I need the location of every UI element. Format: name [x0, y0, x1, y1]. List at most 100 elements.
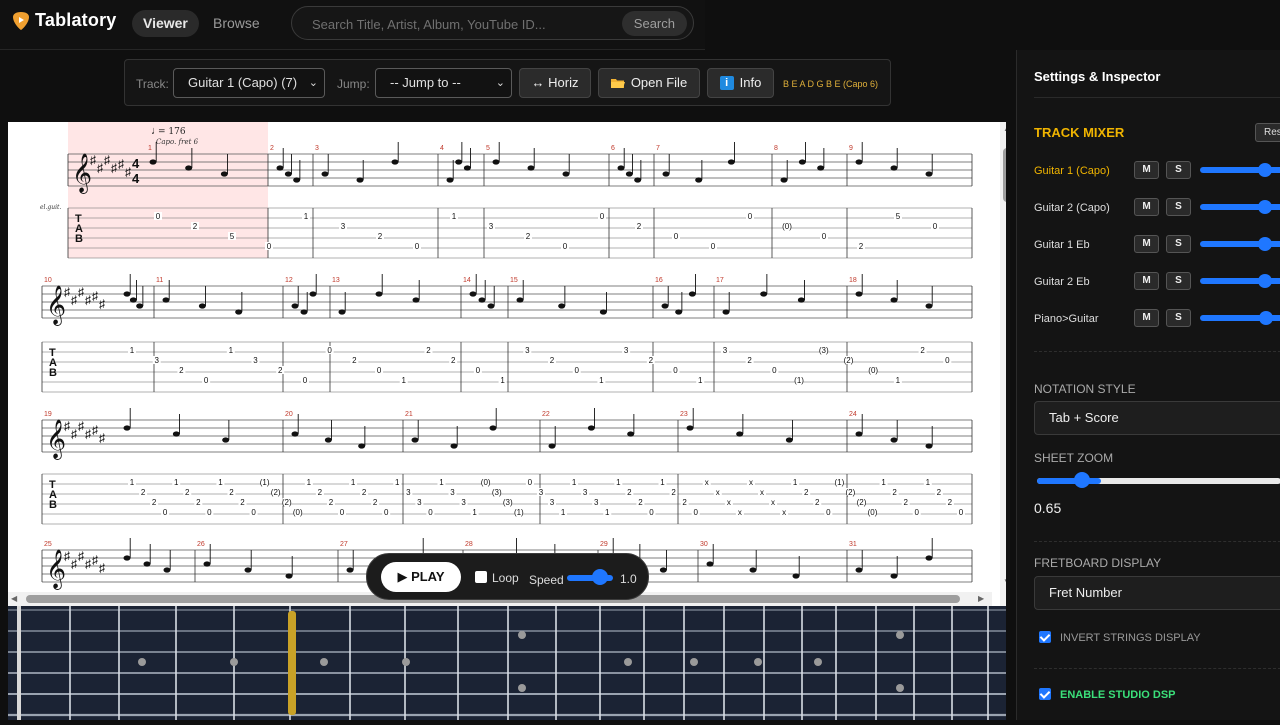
measure-number: 27 — [340, 541, 348, 548]
fretboard-display-select[interactable]: Fret Number — [1034, 576, 1280, 610]
mute-button[interactable]: M — [1134, 309, 1159, 327]
measure-number: 5 — [486, 145, 490, 152]
note-head — [220, 171, 228, 177]
note-head — [450, 443, 458, 449]
solo-button[interactable]: S — [1166, 161, 1191, 179]
scroll-down-icon[interactable]: ▼ — [1003, 577, 1006, 586]
tab-number: 2 — [451, 356, 456, 365]
scroll-left-icon[interactable]: ◀ — [11, 594, 17, 603]
note-head — [688, 291, 696, 297]
jump-select[interactable]: -- Jump to -- ⌄ — [375, 68, 512, 98]
scroll-up-icon[interactable]: ▲ — [1003, 124, 1006, 133]
tab-number: (2) — [846, 488, 856, 497]
speed-slider-thumb[interactable] — [592, 569, 608, 585]
tab-number: 2 — [278, 366, 283, 375]
tab-number: x — [782, 508, 786, 517]
measure-number: 1 — [148, 145, 152, 152]
measure-number: 25 — [44, 541, 52, 548]
note-head — [163, 567, 171, 573]
folder-icon — [610, 79, 625, 88]
tab-number: 0 — [933, 222, 938, 231]
note-head — [300, 309, 308, 315]
measure-number: 12 — [285, 277, 293, 284]
volume-slider-thumb[interactable] — [1259, 311, 1273, 325]
fretboard[interactable] — [8, 606, 1006, 720]
mute-button[interactable]: M — [1134, 272, 1159, 290]
open-file-button[interactable]: Open File — [598, 68, 700, 98]
note-head — [284, 171, 292, 177]
tab-number: (2) — [271, 488, 281, 497]
tab-number: 0 — [574, 366, 579, 375]
tab-number: x — [771, 498, 775, 507]
logo[interactable]: Tablatory — [12, 10, 116, 31]
note-head — [662, 171, 670, 177]
tab-number: 0 — [415, 242, 420, 251]
note-head — [890, 573, 898, 579]
note-head — [358, 443, 366, 449]
search-input[interactable] — [312, 14, 612, 34]
tab-number: 0 — [563, 242, 568, 251]
mute-button[interactable]: M — [1134, 161, 1159, 179]
vertical-scrollbar[interactable]: ▲ ▼ — [1000, 122, 1006, 606]
note-head — [455, 159, 463, 165]
studio-dsp-checkbox[interactable] — [1039, 688, 1051, 700]
reset-button[interactable]: Res — [1255, 123, 1280, 142]
tab-number: 1 — [793, 478, 798, 487]
scroll-right-icon[interactable]: ▶ — [978, 594, 984, 603]
sheet-zoom-thumb[interactable] — [1074, 472, 1090, 488]
measure-number: 7 — [656, 145, 660, 152]
tab-number: 1 — [605, 508, 610, 517]
solo-button[interactable]: S — [1166, 198, 1191, 216]
note-head — [346, 567, 354, 573]
tab-number: 0 — [649, 508, 654, 517]
tab-number: 0 — [156, 212, 161, 221]
play-button[interactable]: ▶ PLAY — [381, 562, 461, 592]
tab-number: 2 — [671, 488, 676, 497]
measure-number: 10 — [44, 277, 52, 284]
note-head — [736, 431, 744, 437]
solo-button[interactable]: S — [1166, 235, 1191, 253]
fret-inlay-dot — [754, 658, 762, 666]
invert-strings-checkbox[interactable] — [1039, 631, 1051, 643]
tab-number: 2 — [229, 488, 234, 497]
notation-style-select[interactable]: Tab + Score — [1034, 401, 1280, 435]
tab-number: 2 — [426, 346, 431, 355]
tab-number: 2 — [937, 488, 942, 497]
play-icon: ▶ — [397, 569, 408, 584]
note-head — [492, 159, 500, 165]
sharp-icon: ♯ — [99, 431, 105, 445]
tab-browse[interactable]: Browse — [202, 10, 271, 37]
search-button[interactable]: Search — [621, 11, 687, 36]
tab-number: 2 — [526, 232, 531, 241]
track-select[interactable]: Guitar 1 (Capo) (7) ⌄ — [173, 68, 325, 98]
info-button[interactable]: i Info — [707, 68, 774, 98]
horiz-button[interactable]: ↔ Horiz — [519, 68, 591, 98]
solo-button[interactable]: S — [1166, 309, 1191, 327]
mute-button[interactable]: M — [1134, 198, 1159, 216]
loop-checkbox[interactable] — [475, 571, 487, 583]
solo-button[interactable]: S — [1166, 272, 1191, 290]
tab-number: 2 — [378, 232, 383, 241]
measure-number: 6 — [611, 145, 615, 152]
tab-number: 3 — [723, 346, 728, 355]
tab-number: 1 — [130, 346, 135, 355]
note-head — [527, 165, 535, 171]
divider — [1034, 97, 1280, 98]
measure-number: 21 — [405, 411, 413, 418]
volume-slider-thumb[interactable] — [1258, 163, 1272, 177]
mute-button[interactable]: M — [1134, 235, 1159, 253]
volume-slider-thumb[interactable] — [1258, 200, 1272, 214]
tab-number: 3 — [525, 346, 530, 355]
tab-number: 1 — [174, 478, 179, 487]
tab-number: 2 — [903, 498, 908, 507]
measure-number: 26 — [197, 541, 205, 548]
vertical-scroll-thumb[interactable] — [1003, 148, 1006, 202]
tab-number: (3) — [492, 488, 502, 497]
score-sheet[interactable]: = 176 ♩ Capo. fret 6 el.guit. 𝄞 ♯ ♯ ♯ ♯ ♯ ♯ 4 4 1 2 3 4 5… — [8, 122, 1006, 606]
volume-slider-thumb[interactable] — [1258, 237, 1272, 251]
volume-slider-thumb[interactable] — [1258, 274, 1272, 288]
tab-number: 1 — [926, 478, 931, 487]
tab-viewer[interactable]: Viewer — [132, 10, 199, 37]
tab-number: 3 — [583, 488, 588, 497]
note-head — [412, 297, 420, 303]
